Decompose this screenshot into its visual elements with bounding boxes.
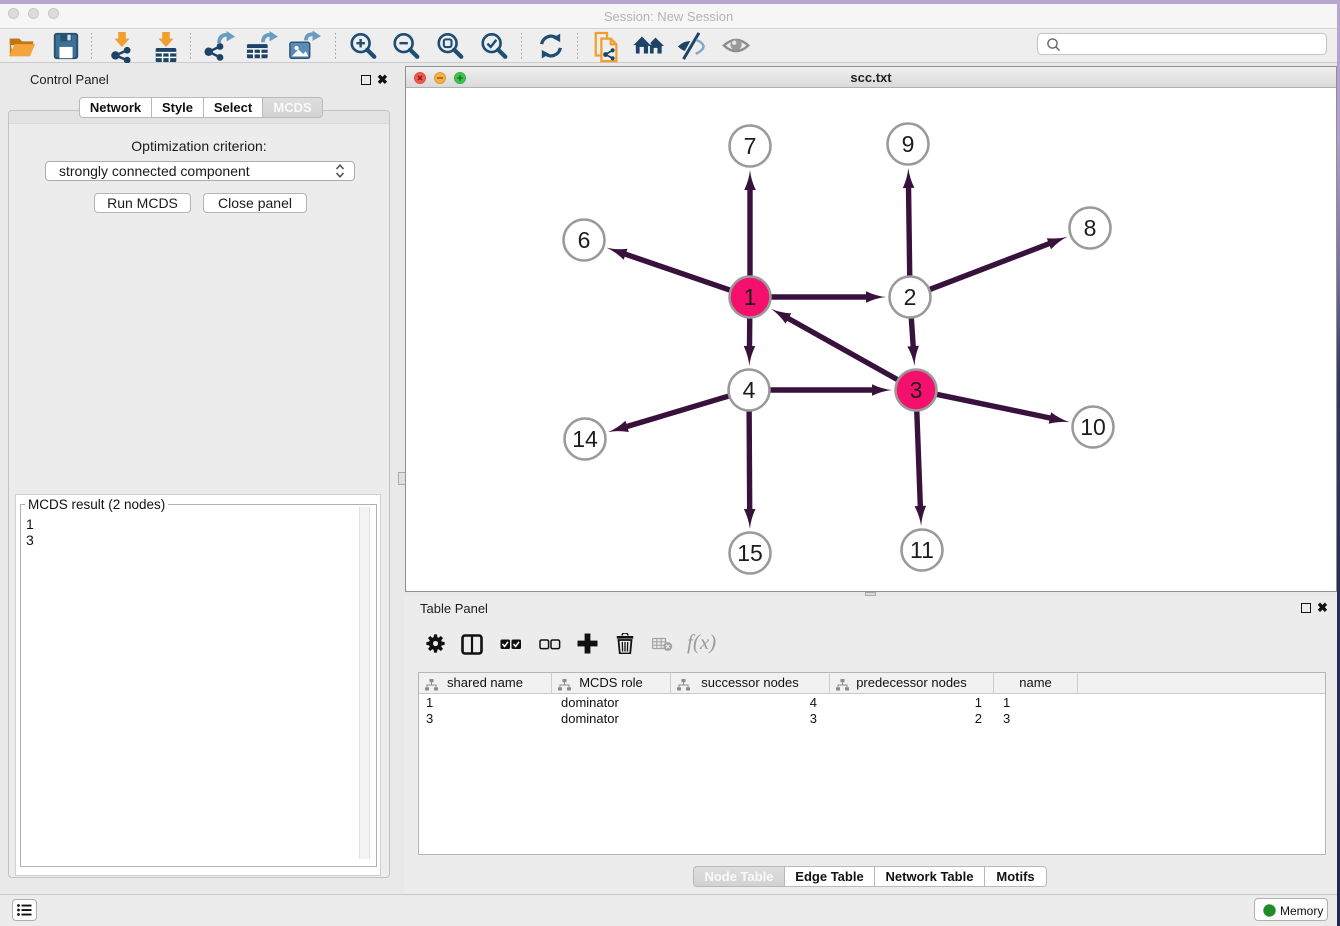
svg-text:8: 8 xyxy=(1084,215,1097,241)
svg-text:11: 11 xyxy=(910,537,934,563)
svg-text:4: 4 xyxy=(743,377,756,403)
svg-text:14: 14 xyxy=(572,426,598,452)
svg-text:6: 6 xyxy=(578,227,591,253)
svg-text:1: 1 xyxy=(744,284,757,310)
svg-text:10: 10 xyxy=(1080,414,1106,440)
svg-text:9: 9 xyxy=(902,131,915,157)
svg-text:2: 2 xyxy=(904,284,917,310)
svg-text:7: 7 xyxy=(744,133,757,159)
svg-text:3: 3 xyxy=(910,377,923,403)
svg-text:15: 15 xyxy=(737,540,763,566)
